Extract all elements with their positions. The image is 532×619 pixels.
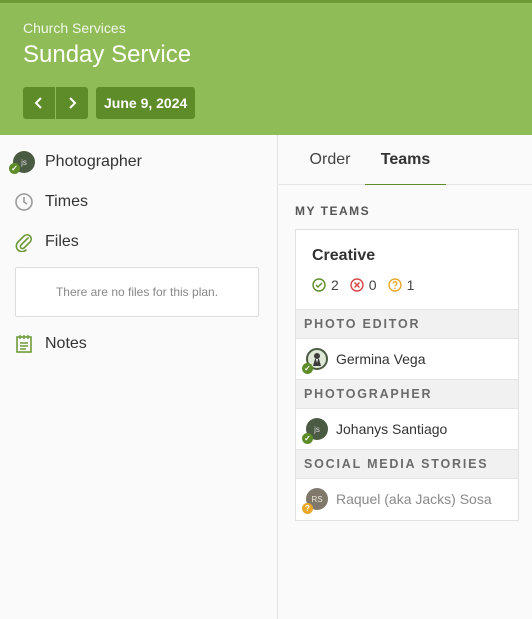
plan-date-button[interactable]: June 9, 2024: [96, 87, 196, 119]
position-header: PHOTO EDITOR: [296, 309, 518, 339]
position-header: SOCIAL MEDIA STORIES: [296, 449, 518, 479]
paperclip-icon: [13, 231, 35, 253]
clock-icon: [13, 191, 35, 213]
my-teams-heading: MY TEAMS: [295, 204, 371, 218]
left-item-label: Notes: [45, 335, 87, 352]
member-name: Johanys Santiago: [336, 421, 448, 437]
tab-order[interactable]: Order: [299, 135, 361, 185]
check-icon: ✓: [302, 433, 313, 444]
check-icon: ✓: [9, 163, 20, 174]
left-item-notes[interactable]: Notes: [0, 329, 278, 359]
pending-count: 1: [387, 277, 414, 293]
position-header: PHOTOGRAPHER: [296, 379, 518, 409]
chevron-left-icon: [34, 97, 42, 109]
question-circle-icon: [387, 278, 402, 292]
left-item-label: Times: [45, 193, 88, 210]
declined-count: 0: [350, 277, 377, 293]
plan-details-pane: js ✓ Photographer Times Files There are …: [0, 135, 278, 619]
member-name: Raquel (aka Jacks) Sosa: [336, 491, 492, 507]
chevron-right-icon: [69, 97, 77, 109]
avatar-initials: js: [21, 157, 27, 167]
team-status-counts: 2 0 1: [312, 277, 425, 293]
team-name[interactable]: Creative: [312, 247, 375, 265]
confirmed-count: 2: [312, 277, 339, 293]
next-plan-button[interactable]: [56, 87, 88, 119]
member-name: Germina Vega: [336, 351, 426, 367]
tab-bar: Order Teams: [279, 135, 532, 185]
team-card: Creative 2 0 1 PHOTO EDITOR ✓ Germina Ve…: [295, 229, 519, 521]
left-item-label: Photographer: [45, 153, 142, 170]
files-empty-message: There are no files for this plan.: [15, 267, 259, 317]
page-header: Church Services Sunday Service June 9, 2…: [0, 0, 532, 135]
x-circle-icon: [350, 278, 364, 292]
left-item-times[interactable]: Times: [0, 187, 278, 217]
page-title: Sunday Service: [23, 41, 192, 68]
team-member-row[interactable]: RS ? Raquel (aka Jacks) Sosa: [296, 479, 518, 519]
left-item-files[interactable]: Files: [0, 227, 278, 257]
right-pane: Order Teams MY TEAMS Creative 2 0 1 PHOT…: [279, 135, 532, 619]
check-circle-icon: [312, 278, 326, 292]
service-type-label[interactable]: Church Services: [23, 20, 126, 36]
left-item-photographer[interactable]: js ✓ Photographer: [0, 147, 278, 177]
left-item-label: Files: [45, 233, 79, 250]
team-member-row[interactable]: js ✓ Johanys Santiago: [296, 409, 518, 449]
tab-teams[interactable]: Teams: [365, 135, 446, 185]
notes-icon: [13, 333, 35, 355]
previous-plan-button[interactable]: [23, 87, 55, 119]
question-icon: ?: [302, 503, 313, 514]
team-member-row[interactable]: ✓ Germina Vega: [296, 339, 518, 379]
avatar: js ✓: [9, 151, 35, 174]
check-icon: ✓: [302, 363, 313, 374]
